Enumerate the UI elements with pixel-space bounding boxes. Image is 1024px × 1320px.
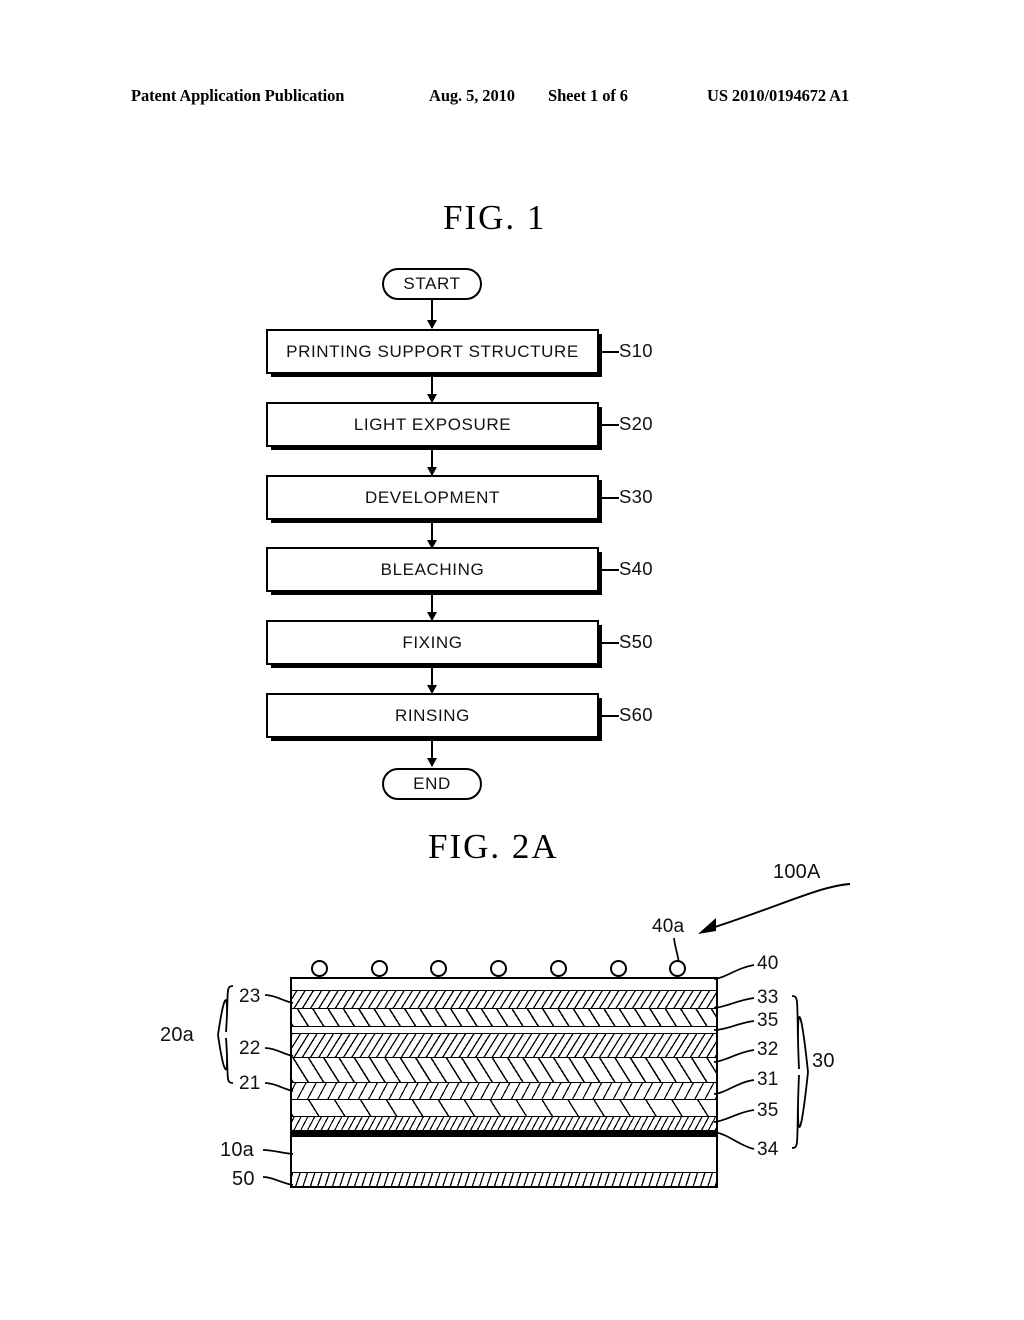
leader-40 [713, 964, 755, 980]
ref-label-32: 32 [757, 1039, 779, 1060]
layer-40 [292, 979, 716, 990]
leader-34 [713, 1131, 755, 1150]
group-brace-30 [791, 995, 809, 1149]
layer-33-lower [292, 1008, 716, 1026]
ref-label-10a: 10a [220, 1139, 254, 1161]
ref-label-31: 31 [757, 1069, 779, 1090]
ref-label-35-upper: 35 [757, 1010, 779, 1031]
leader-33 [713, 997, 755, 1009]
layer-31-upper [292, 1082, 716, 1099]
ref-label-23: 23 [239, 986, 261, 1007]
layer-32-upper [292, 1034, 716, 1057]
group-brace-20a [217, 985, 234, 1084]
particle-40a-5 [550, 960, 567, 977]
layer-33-upper [292, 990, 716, 1008]
leader-50 [262, 1176, 294, 1186]
ref-label-21: 21 [239, 1073, 261, 1094]
cross-section-stack [290, 977, 718, 1188]
ref-label-50: 50 [232, 1168, 255, 1190]
ref-label-33: 33 [757, 987, 779, 1008]
layer-32-lower [292, 1057, 716, 1082]
layer-10a [292, 1136, 716, 1172]
ref-label-35-lower: 35 [757, 1100, 779, 1121]
device-ref-100a: 100A [773, 861, 821, 883]
figure-2a: FIG. 2A 100A 40a 23 22 21 20a 10a 50 40 … [0, 0, 1024, 1320]
ref-label-20a: 20a [160, 1024, 194, 1046]
particle-40a-4 [490, 960, 507, 977]
ref-label-34: 34 [757, 1139, 779, 1160]
ref-label-22: 22 [239, 1038, 261, 1059]
ref-label-40: 40 [757, 953, 779, 974]
layer-31-lower [292, 1099, 716, 1116]
leader-10a [262, 1149, 294, 1155]
leader-35-lower [713, 1109, 755, 1123]
particle-ref-40a: 40a [652, 916, 685, 937]
leader-21 [264, 1082, 294, 1092]
leader-23 [264, 994, 294, 1004]
leader-22 [264, 1047, 294, 1057]
layer-35-upper [292, 1026, 716, 1034]
particle-40a-7 [669, 960, 686, 977]
particle-40a-1 [311, 960, 328, 977]
leader-31 [713, 1079, 755, 1095]
leader-32 [713, 1049, 755, 1063]
particle-40a-3 [430, 960, 447, 977]
layer-35-lower [292, 1116, 716, 1130]
figure-2a-title: FIG. 2A [428, 827, 559, 866]
ref-label-30: 30 [812, 1050, 835, 1072]
particle-40a-2 [371, 960, 388, 977]
layer-50 [292, 1172, 716, 1186]
particle-40a-6 [610, 960, 627, 977]
leader-35-upper [713, 1020, 755, 1031]
